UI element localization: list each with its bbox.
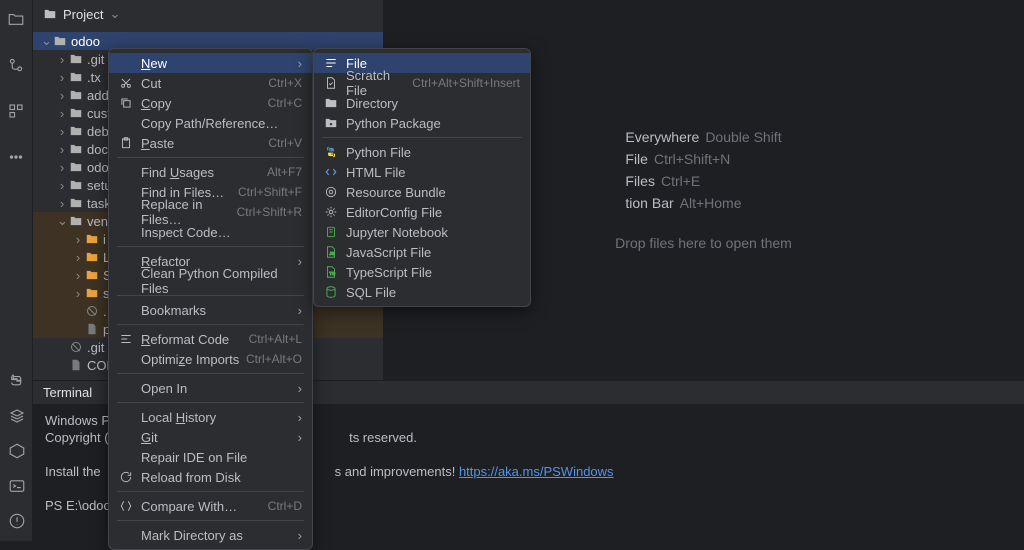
- ctx-item[interactable]: Copy Path/Reference…: [109, 113, 312, 133]
- ctx-item[interactable]: Replace in Files…Ctrl+Shift+R: [109, 202, 312, 222]
- html-icon: [324, 165, 338, 179]
- drop-hint: Drop files here to open them: [615, 235, 792, 251]
- jupyter-icon: [324, 225, 338, 239]
- project-header[interactable]: Project ⌄: [33, 0, 383, 28]
- separator: [117, 491, 304, 492]
- new-item[interactable]: Python File: [314, 142, 530, 162]
- new-item[interactable]: JSJavaScript File: [314, 242, 530, 262]
- ctx-item[interactable]: Inspect Code…: [109, 222, 312, 242]
- separator: [117, 246, 304, 247]
- new-item[interactable]: EditorConfig File: [314, 202, 530, 222]
- ctx-item[interactable]: Repair IDE on File: [109, 447, 312, 467]
- svg-text:TS: TS: [329, 271, 335, 276]
- ctx-item[interactable]: Reload from Disk: [109, 467, 312, 487]
- new-item[interactable]: TSTypeScript File: [314, 262, 530, 282]
- editorconfig-icon: [324, 205, 338, 219]
- ctx-item[interactable]: PasteCtrl+V: [109, 133, 312, 153]
- ctx-item[interactable]: Mark Directory as›: [109, 525, 312, 545]
- separator: [117, 157, 304, 158]
- welcome-line: FileCtrl+Shift+N: [625, 151, 781, 167]
- folder-icon[interactable]: [7, 10, 25, 31]
- file-icon: [324, 56, 338, 70]
- reload-icon: [119, 470, 133, 484]
- ctx-item[interactable]: CopyCtrl+C: [109, 93, 312, 113]
- project-label: Project: [63, 7, 103, 22]
- new-item[interactable]: Resource Bundle: [314, 182, 530, 202]
- new-item[interactable]: Jupyter Notebook: [314, 222, 530, 242]
- new-item[interactable]: HTML File: [314, 162, 530, 182]
- py-icon: [324, 145, 338, 159]
- cut-icon: [119, 76, 133, 90]
- reformat-icon: [119, 332, 133, 346]
- sql-icon: [324, 285, 338, 299]
- dir-icon: [324, 96, 338, 110]
- more-icon[interactable]: [7, 148, 25, 169]
- welcome-line: EverywhereDouble Shift: [625, 129, 781, 145]
- ctx-item[interactable]: Optimize ImportsCtrl+Alt+O: [109, 349, 312, 369]
- paste-icon: [119, 136, 133, 150]
- ctx-item[interactable]: Open In›: [109, 378, 312, 398]
- welcome-line: tion BarAlt+Home: [625, 195, 781, 211]
- new-item[interactable]: Directory: [314, 93, 530, 113]
- folder-icon: [43, 7, 57, 21]
- new-item[interactable]: Python Package: [314, 113, 530, 133]
- ts-icon: TS: [324, 265, 338, 279]
- ps-link[interactable]: https://aka.ms/PSWindows: [459, 464, 614, 479]
- ctx-item[interactable]: Local History›: [109, 407, 312, 427]
- ctx-item[interactable]: Clean Python Compiled Files: [109, 271, 312, 291]
- new-item[interactable]: SQL File: [314, 282, 530, 302]
- separator: [117, 373, 304, 374]
- ctx-item[interactable]: Compare With…Ctrl+D: [109, 496, 312, 516]
- copy-icon: [119, 96, 133, 110]
- pkg-icon: [324, 116, 338, 130]
- separator: [117, 402, 304, 403]
- scratch-icon: [324, 76, 338, 90]
- chevron-down-icon: ⌄: [109, 6, 120, 22]
- problems-icon[interactable]: [8, 512, 26, 533]
- ctx-item[interactable]: CutCtrl+X: [109, 73, 312, 93]
- welcome-line: FilesCtrl+E: [625, 173, 781, 189]
- svg-text:JS: JS: [329, 251, 334, 256]
- context-menu: New›CutCtrl+XCopyCtrl+CCopy Path/Referen…: [108, 48, 313, 550]
- bundle-icon: [324, 185, 338, 199]
- ctx-item[interactable]: Reformat CodeCtrl+Alt+L: [109, 329, 312, 349]
- separator: [322, 137, 522, 138]
- structure-icon[interactable]: [7, 102, 25, 123]
- ctx-item[interactable]: Bookmarks›: [109, 300, 312, 320]
- services-icon[interactable]: [8, 407, 26, 428]
- ctx-item[interactable]: New›: [109, 53, 312, 73]
- separator: [117, 324, 304, 325]
- new-item[interactable]: Scratch FileCtrl+Alt+Shift+Insert: [314, 73, 530, 93]
- terminal-icon[interactable]: [8, 477, 26, 498]
- run-icon[interactable]: [8, 442, 26, 463]
- compare-icon: [119, 499, 133, 513]
- tool-rail: [0, 0, 33, 541]
- ctx-item[interactable]: Find UsagesAlt+F7: [109, 162, 312, 182]
- separator: [117, 520, 304, 521]
- commit-icon[interactable]: [7, 56, 25, 77]
- js-icon: JS: [324, 245, 338, 259]
- new-submenu: FileScratch FileCtrl+Alt+Shift+InsertDir…: [313, 48, 531, 307]
- ctx-item[interactable]: Git›: [109, 427, 312, 447]
- python-console-icon[interactable]: [8, 372, 26, 393]
